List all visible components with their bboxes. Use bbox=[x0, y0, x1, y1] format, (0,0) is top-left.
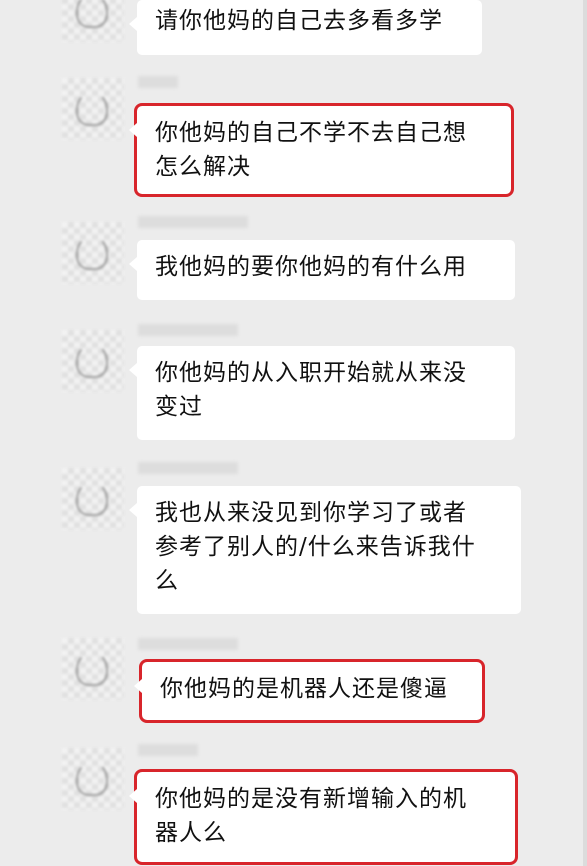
sender-name bbox=[138, 638, 238, 650]
sender-name bbox=[138, 744, 198, 756]
avatar[interactable] bbox=[62, 78, 124, 140]
avatar[interactable] bbox=[62, 330, 124, 392]
avatar[interactable] bbox=[62, 0, 124, 42]
message-bubble: 你他妈的是没有新增输入的机 器人么 bbox=[129, 769, 518, 865]
sender-name bbox=[138, 76, 178, 88]
message-bubble: 你他妈的是机器人还是傻逼 bbox=[134, 659, 485, 723]
avatar[interactable] bbox=[62, 748, 124, 810]
chat-screenshot: 请你他妈的自己去多看多学 你他妈的自己不学不去自己想 怎么解决 我他妈的要你他妈… bbox=[0, 0, 587, 866]
message-bubble: 请你他妈的自己去多看多学 bbox=[129, 0, 482, 55]
sender-name bbox=[138, 216, 248, 228]
message-bubble: 你他妈的从入职开始就从来没 变过 bbox=[129, 346, 515, 440]
avatar[interactable] bbox=[62, 638, 124, 700]
message-bubble: 你他妈的自己不学不去自己想 怎么解决 bbox=[129, 103, 514, 197]
message-bubble: 我也从来没见到你学习了或者 参考了别人的/什么来告诉我什 么 bbox=[129, 486, 521, 614]
avatar[interactable] bbox=[62, 222, 124, 284]
sender-name bbox=[138, 462, 238, 474]
message-bubble: 我他妈的要你他妈的有什么用 bbox=[129, 240, 515, 300]
avatar[interactable] bbox=[62, 468, 124, 530]
sender-name bbox=[138, 324, 238, 336]
